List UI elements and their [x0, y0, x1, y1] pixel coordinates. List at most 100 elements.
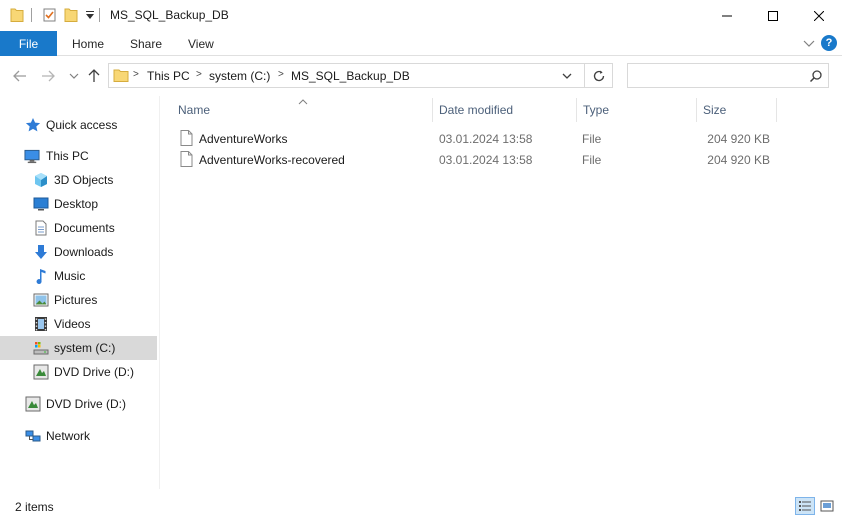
sidebar-item-label: Videos	[54, 317, 91, 331]
details-view-button[interactable]	[795, 497, 815, 515]
new-folder-icon[interactable]	[64, 7, 78, 26]
picture-icon	[33, 292, 49, 308]
up-arrow-icon	[88, 69, 100, 82]
up-button[interactable]	[84, 66, 104, 86]
window-title: MS_SQL_Backup_DB	[110, 8, 229, 22]
network-icon	[25, 428, 41, 444]
search-icon[interactable]	[809, 69, 823, 86]
sidebar-item-label: This PC	[46, 149, 89, 163]
sidebar-item-documents[interactable]: Documents	[0, 216, 157, 240]
sidebar-item-music[interactable]: Music	[0, 264, 157, 288]
sidebar-item-pictures[interactable]: Pictures	[0, 288, 157, 312]
tab-file[interactable]: File	[0, 31, 57, 56]
desktop-icon	[33, 196, 49, 212]
drive-icon	[33, 340, 49, 356]
table-row[interactable]: AdventureWorks-recovered 03.01.2024 13:5…	[176, 149, 786, 170]
file-type: File	[582, 153, 602, 167]
sidebar-item-label: system (C:)	[54, 341, 116, 355]
file-name: AdventureWorks	[199, 132, 288, 146]
breadcrumb-separator[interactable]: >	[278, 69, 284, 80]
sidebar-item-desktop[interactable]: Desktop	[0, 192, 157, 216]
title-bar: MS_SQL_Backup_DB	[0, 0, 842, 31]
recent-locations-button[interactable]	[64, 66, 84, 86]
sidebar-item-label: DVD Drive (D:)	[54, 365, 134, 379]
sidebar-item-network[interactable]: Network	[0, 424, 157, 448]
dvd-drive-icon	[25, 396, 41, 412]
quick-access-separator	[31, 8, 32, 22]
column-divider[interactable]	[696, 98, 697, 122]
customize-toolbar-dropdown-icon[interactable]	[85, 9, 95, 24]
file-icon	[180, 130, 193, 149]
navigation-bar: > This PC > system (C:) > MS_SQL_Backup_…	[0, 56, 842, 96]
breadcrumb-current-folder[interactable]: MS_SQL_Backup_DB	[291, 69, 410, 83]
table-row[interactable]: AdventureWorks 03.01.2024 13:58 File 204…	[176, 128, 786, 149]
expand-ribbon-chevron-icon[interactable]	[803, 37, 815, 52]
large-icons-view-icon	[820, 500, 834, 512]
sidebar-item-quick-access[interactable]: Quick access	[0, 113, 157, 137]
address-history-chevron-icon[interactable]	[561, 70, 573, 85]
address-bar[interactable]: > This PC > system (C:) > MS_SQL_Backup_…	[108, 63, 585, 88]
column-divider[interactable]	[776, 98, 777, 122]
download-arrow-icon	[33, 244, 49, 260]
file-type: File	[582, 132, 602, 146]
sidebar-item-dvd-drive[interactable]: DVD Drive (D:)	[0, 360, 157, 384]
sidebar-item-label: Downloads	[54, 245, 114, 259]
back-arrow-icon	[13, 70, 26, 82]
file-list: Name Date modified Type Size AdventureWo…	[160, 96, 842, 489]
large-icons-view-button[interactable]	[817, 497, 837, 515]
details-view-icon	[799, 501, 811, 511]
breadcrumb-this-pc[interactable]: This PC	[147, 69, 190, 83]
sidebar-item-downloads[interactable]: Downloads	[0, 240, 157, 264]
sidebar-item-label: Pictures	[54, 293, 98, 307]
refresh-button[interactable]	[585, 63, 613, 88]
file-date-modified: 03.01.2024 13:58	[439, 132, 533, 146]
maximize-button[interactable]	[750, 0, 796, 31]
help-button[interactable]: ?	[821, 35, 837, 51]
breadcrumb-separator[interactable]: >	[196, 69, 202, 80]
title-separator	[99, 8, 100, 22]
column-header-size[interactable]: Size	[703, 103, 726, 117]
star-icon	[25, 117, 41, 133]
tab-share[interactable]: Share	[130, 31, 162, 56]
breadcrumb-system-c[interactable]: system (C:)	[209, 69, 270, 83]
properties-icon[interactable]	[42, 7, 58, 26]
folder-icon[interactable]	[10, 7, 24, 26]
sidebar-item-3d-objects[interactable]: 3D Objects	[0, 168, 157, 192]
column-header-name[interactable]: Name	[178, 103, 210, 117]
sidebar-item-label: Network	[46, 429, 91, 443]
sidebar-item-system-c[interactable]: system (C:)	[0, 336, 157, 360]
column-divider[interactable]	[432, 98, 433, 122]
tab-home[interactable]: Home	[72, 31, 104, 56]
cube-icon	[33, 172, 49, 188]
sidebar-item-label: Documents	[54, 221, 115, 235]
film-icon	[33, 316, 49, 332]
ribbon-tabs: File Home Share View ?	[0, 31, 842, 56]
navigation-pane: Quick access This PC 3D Objects Desktop …	[0, 96, 160, 489]
column-header-type[interactable]: Type	[583, 103, 609, 117]
back-button[interactable]	[10, 66, 30, 86]
file-date-modified: 03.01.2024 13:58	[439, 153, 533, 167]
sidebar-item-label: Music	[54, 269, 86, 283]
sidebar-item-videos[interactable]: Videos	[0, 312, 157, 336]
maximize-icon	[768, 10, 778, 21]
forward-arrow-icon	[42, 70, 55, 82]
computer-icon	[24, 148, 40, 164]
close-button[interactable]	[796, 0, 842, 31]
file-name: AdventureWorks-recovered	[199, 153, 345, 167]
column-divider[interactable]	[576, 98, 577, 122]
minimize-button[interactable]	[704, 0, 750, 31]
sidebar-item-dvd-drive-root[interactable]: DVD Drive (D:)	[0, 392, 157, 416]
close-icon	[814, 10, 824, 21]
search-input[interactable]	[632, 67, 802, 84]
sidebar-item-label: Quick access	[46, 118, 118, 132]
file-icon	[180, 151, 193, 170]
tab-view[interactable]: View	[188, 31, 214, 56]
music-note-icon	[33, 268, 49, 284]
search-box[interactable]	[627, 63, 829, 88]
breadcrumb-separator[interactable]: >	[133, 69, 139, 80]
chevron-down-icon	[69, 73, 79, 79]
column-header-date-modified[interactable]: Date modified	[439, 103, 513, 117]
forward-button[interactable]	[38, 66, 58, 86]
sidebar-item-this-pc[interactable]: This PC	[0, 144, 157, 168]
sort-ascending-chevron-icon	[298, 94, 308, 108]
